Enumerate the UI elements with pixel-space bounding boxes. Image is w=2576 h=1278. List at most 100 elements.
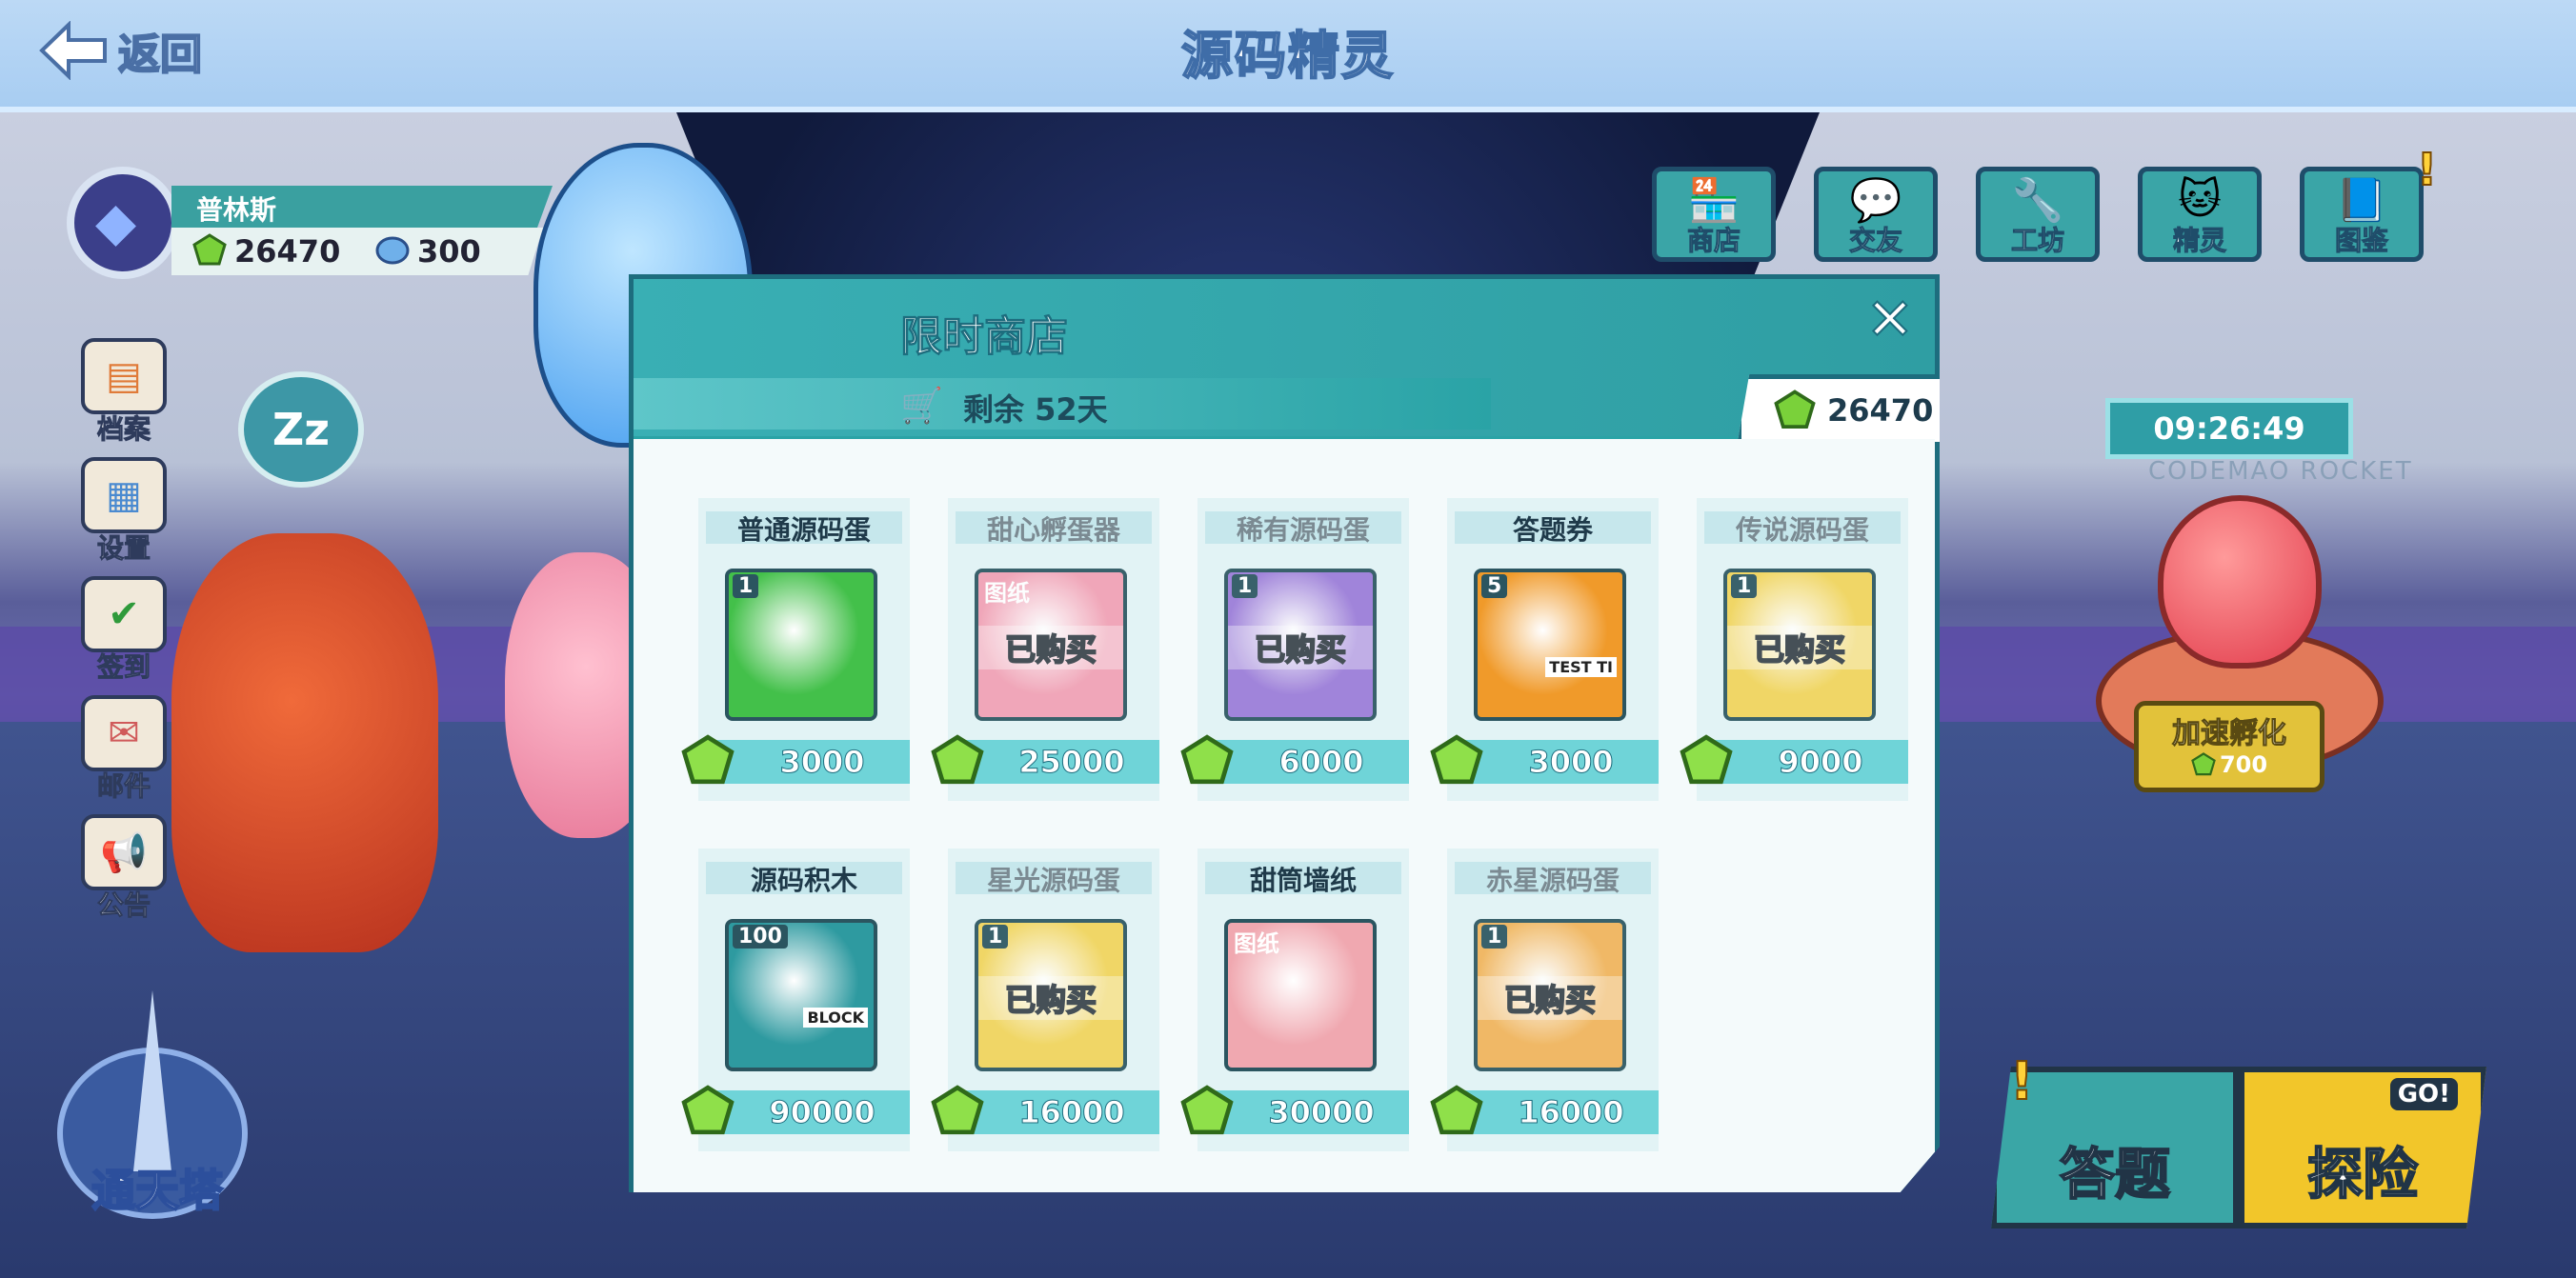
item-price: 3000 bbox=[1528, 744, 1614, 781]
item-name: 甜筒墙纸 bbox=[1249, 865, 1357, 896]
shop-item-card[interactable]: 传说源码蛋 1 已购买 9000 bbox=[1680, 498, 1908, 801]
top-menu-shop[interactable]: 🏪 商店 bbox=[1652, 167, 1776, 262]
tower-button[interactable]: 通天塔 bbox=[57, 990, 257, 1228]
item-image: 1 已购买 bbox=[975, 919, 1127, 1071]
dragon-creature[interactable] bbox=[171, 533, 438, 952]
explore-button[interactable]: GO! 探险 bbox=[2239, 1067, 2486, 1228]
avatar-creature-icon: ◆ bbox=[95, 191, 137, 253]
shop-item-card[interactable]: 答题券 5 TEST TI 3000 bbox=[1430, 498, 1659, 801]
avatar[interactable]: ◆ bbox=[67, 167, 179, 279]
side-item-settings[interactable]: ▦ 设置 bbox=[76, 457, 171, 566]
item-count-badge: 1 bbox=[733, 574, 759, 598]
item-name: 星光源码蛋 bbox=[986, 865, 1120, 896]
item-count-badge: 1 bbox=[1731, 574, 1758, 598]
item-count-badge: 1 bbox=[1232, 574, 1258, 598]
shop-items-area: 普通源码蛋 1 3000 甜心孵蛋器 图纸 已购买 25000 稀有源码蛋 1 已购买 6000 答题… bbox=[634, 439, 1935, 1192]
gem-count: 26470 bbox=[234, 233, 341, 270]
tower-label: 通天塔 bbox=[91, 1164, 224, 1217]
side-item-archive[interactable]: ▤ 档案 bbox=[76, 338, 171, 447]
item-image: 1 已购买 bbox=[1723, 569, 1876, 721]
side-item-announcement[interactable]: 📢 公告 bbox=[76, 814, 171, 923]
shop-item-card[interactable]: 稀有源码蛋 1 已购买 6000 bbox=[1180, 498, 1409, 801]
alert-badge: ! bbox=[2416, 143, 2438, 196]
item-price-bar: 90000 bbox=[706, 1090, 910, 1134]
top-menu-workshop[interactable]: 🔧 工坊 bbox=[1976, 167, 2100, 262]
purchased-stamp: 已购买 bbox=[978, 976, 1123, 1020]
shop-item-card[interactable]: 普通源码蛋 1 3000 bbox=[681, 498, 910, 801]
side-item-label: 设置 bbox=[96, 532, 151, 565]
item-price-bar: 16000 bbox=[1455, 1090, 1659, 1134]
item-price-bar: 3000 bbox=[1455, 740, 1659, 784]
item-price: 90000 bbox=[769, 1094, 875, 1131]
item-image: 图纸已购买 bbox=[975, 569, 1127, 721]
answer-alert-badge: ! bbox=[2009, 1050, 2035, 1112]
page-title: 源码精灵 bbox=[1180, 25, 1395, 87]
green-gem-icon bbox=[681, 1085, 735, 1135]
item-price: 3000 bbox=[779, 744, 865, 781]
remaining-time-bar: 🛒 剩余 52天 bbox=[634, 378, 1491, 429]
top-menu-friends[interactable]: 💬 交友 bbox=[1814, 167, 1938, 262]
item-price-bar: 25000 bbox=[956, 740, 1159, 784]
green-gem-icon bbox=[1774, 389, 1816, 429]
shop-item-grid: 普通源码蛋 1 3000 甜心孵蛋器 图纸 已购买 25000 稀有源码蛋 1 已购买 6000 答题… bbox=[681, 498, 1908, 1151]
top-bar: 返回 源码精灵 bbox=[0, 0, 2576, 112]
side-item-checkin[interactable]: ✔ 签到 bbox=[76, 576, 171, 685]
item-price: 30000 bbox=[1268, 1094, 1375, 1131]
blueprint-tag: 图纸 bbox=[984, 580, 1030, 607]
item-name: 甜心孵蛋器 bbox=[986, 514, 1120, 546]
green-gem-icon bbox=[1180, 1085, 1234, 1135]
shop-item-card[interactable]: 赤星源码蛋 1 已购买 16000 bbox=[1430, 849, 1659, 1151]
shop-item-card[interactable]: 源码积木 100 BLOCK 90000 bbox=[681, 849, 910, 1151]
incubating-egg bbox=[2158, 495, 2322, 669]
item-price: 25000 bbox=[1018, 744, 1125, 781]
close-icon[interactable]: ✕ bbox=[1865, 286, 1915, 354]
purchased-stamp: 已购买 bbox=[978, 626, 1123, 669]
item-card-text: BLOCK bbox=[803, 1008, 868, 1028]
shop-item-card[interactable]: 甜筒墙纸图纸 30000 bbox=[1180, 849, 1409, 1151]
item-name: 稀有源码蛋 bbox=[1236, 514, 1370, 546]
green-gem-icon bbox=[192, 233, 227, 266]
answer-label: 答题 bbox=[2059, 1141, 2171, 1208]
incubation-timer: 09:26:49 bbox=[2105, 398, 2353, 459]
blueprint-tag: 图纸 bbox=[1234, 930, 1279, 957]
top-menu-label: 工坊 bbox=[2010, 225, 2064, 257]
crystal-count: 300 bbox=[417, 233, 481, 270]
purchased-stamp: 已购买 bbox=[1228, 626, 1373, 669]
shop-balance: 26470 bbox=[1737, 374, 1940, 447]
speed-up-button[interactable]: 加速孵化 700 bbox=[2134, 701, 2324, 792]
player-name: 普林斯 bbox=[196, 194, 277, 226]
green-gem-icon bbox=[1680, 734, 1733, 785]
player-profile[interactable]: ◆ 普林斯 26470 300 bbox=[67, 167, 562, 281]
rocket-text: CODEMAO ROCKET bbox=[2148, 457, 2413, 486]
shop-item-card[interactable]: 甜心孵蛋器图纸已购买 25000 bbox=[931, 498, 1159, 801]
shop-title: 限时商店 bbox=[900, 312, 1069, 362]
green-gem-icon bbox=[931, 734, 984, 785]
item-count-badge: 1 bbox=[982, 925, 1009, 949]
item-image: 图纸 bbox=[1224, 919, 1377, 1071]
item-price-bar: 30000 bbox=[1205, 1090, 1409, 1134]
item-name: 传说源码蛋 bbox=[1735, 514, 1869, 546]
item-image: 1 已购买 bbox=[1224, 569, 1377, 721]
shop-item-card[interactable]: 星光源码蛋 1 已购买 16000 bbox=[931, 849, 1159, 1151]
megaphone-icon: 📢 bbox=[81, 814, 167, 890]
item-image: 100 BLOCK bbox=[725, 919, 877, 1071]
item-price: 16000 bbox=[1518, 1094, 1624, 1131]
side-item-label: 公告 bbox=[96, 889, 151, 922]
folder-icon: ▤ bbox=[81, 338, 167, 414]
item-price-bar: 16000 bbox=[956, 1090, 1159, 1134]
item-name: 答题券 bbox=[1512, 514, 1593, 546]
top-menu-creatures[interactable]: 🐱 精灵 bbox=[2138, 167, 2262, 262]
side-item-label: 档案 bbox=[96, 413, 151, 446]
settings-icon: ▦ bbox=[81, 457, 167, 533]
remaining-days: 剩余 52天 bbox=[963, 391, 1108, 428]
item-count-badge: 5 bbox=[1481, 574, 1508, 598]
green-gem-icon bbox=[1430, 1085, 1483, 1135]
purchased-stamp: 已购买 bbox=[1727, 626, 1872, 669]
side-item-mail[interactable]: ✉ 邮件 bbox=[76, 695, 171, 804]
balance-value: 26470 bbox=[1827, 392, 1934, 429]
mail-icon: ✉ bbox=[81, 695, 167, 771]
blue-crystal-icon bbox=[375, 236, 410, 265]
item-price: 6000 bbox=[1278, 744, 1364, 781]
top-menu-collection[interactable]: 📘 图鉴 ! bbox=[2300, 143, 2438, 262]
item-card-text: TEST TI bbox=[1545, 657, 1617, 677]
